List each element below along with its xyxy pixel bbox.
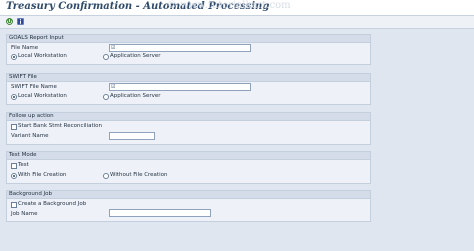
without-file-creation-label: Without File Creation xyxy=(110,172,168,178)
group-header: SWIFT File xyxy=(7,74,370,82)
watermark: © www.tutorialkart.com xyxy=(167,0,291,11)
variant-name-field[interactable] xyxy=(109,132,155,140)
test-mode-group: Test Mode Test With File Creation Withou… xyxy=(6,151,371,184)
application-toolbar xyxy=(0,16,474,29)
application-server-radio[interactable] xyxy=(103,94,109,100)
goals-report-input-group: GOALS Report Input File Name ☑ Local Wor… xyxy=(6,34,371,65)
application-server-label: Application Server xyxy=(110,93,161,99)
with-file-creation-radio[interactable] xyxy=(11,173,17,179)
execute-icon[interactable] xyxy=(6,18,13,25)
file-name-label: File Name xyxy=(11,45,39,51)
swift-file-group: SWIFT File SWIFT File Name ☑ Local Works… xyxy=(6,73,371,105)
without-file-creation-radio[interactable] xyxy=(103,173,109,179)
create-background-job-label: Create a Background Job xyxy=(18,201,87,207)
job-name-label: Job Name xyxy=(11,211,38,217)
local-workstation-label: Local Workstation xyxy=(18,93,67,99)
group-header: Test Mode xyxy=(7,152,370,160)
group-header: GOALS Report Input xyxy=(7,35,370,43)
local-workstation-radio[interactable] xyxy=(11,94,17,100)
variant-name-label: Variant Name xyxy=(11,133,49,139)
application-server-label: Application Server xyxy=(110,53,161,59)
group-header: Background Job xyxy=(7,191,370,199)
required-check-icon: ☑ xyxy=(111,84,116,90)
follow-up-action-group: Follow up action Start Bank Stmt Reconci… xyxy=(6,112,371,145)
create-background-job-checkbox[interactable] xyxy=(11,202,17,208)
test-checkbox[interactable] xyxy=(11,163,17,169)
swift-file-name-field[interactable]: ☑ xyxy=(109,83,251,91)
file-name-field[interactable]: ☑ xyxy=(109,44,251,52)
info-icon[interactable] xyxy=(17,18,24,25)
local-workstation-label: Local Workstation xyxy=(18,53,67,59)
background-job-group: Background Job Create a Background Job J… xyxy=(6,190,371,222)
start-bank-stmt-reconciliation-label: Start Bank Stmt Reconciliation xyxy=(18,123,103,129)
local-workstation-radio[interactable] xyxy=(11,54,17,60)
application-server-radio[interactable] xyxy=(103,54,109,60)
start-bank-stmt-reconciliation-checkbox[interactable] xyxy=(11,124,17,130)
with-file-creation-label: With File Creation xyxy=(18,172,67,178)
group-header: Follow up action xyxy=(7,113,370,121)
required-check-icon: ☑ xyxy=(111,45,116,51)
test-label: Test xyxy=(18,162,29,168)
job-name-field[interactable] xyxy=(109,209,211,217)
title-bar: Treasury Confirmation - Automated Proces… xyxy=(0,0,474,16)
swift-file-name-label: SWIFT File Name xyxy=(11,84,57,90)
